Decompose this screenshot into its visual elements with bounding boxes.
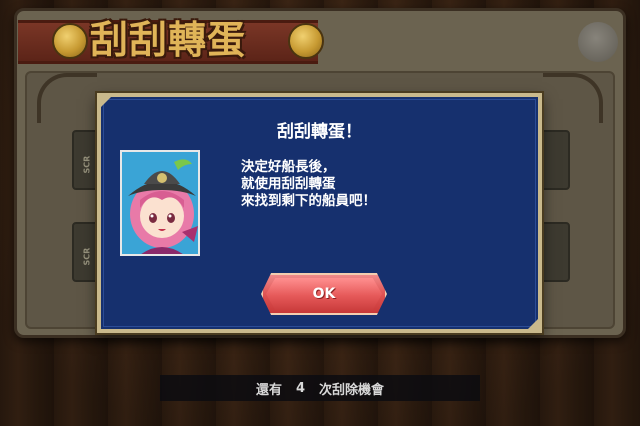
dialog-message: 決定好船長後， 就使用刮刮轉蛋 來找到剩下的船員吧！ (241, 159, 521, 210)
ok-button[interactable]: OK (261, 273, 387, 315)
remaining-count: 4 (295, 380, 306, 396)
ok-button-label: OK (312, 286, 336, 302)
remaining-suffix: 次刮除機會 (319, 382, 385, 398)
dialog-title: 刮刮轉蛋！ (277, 122, 362, 142)
game-background: 刮刮轉蛋 SCR SCR 刮刮轉蛋！ 決定好船長後， 就使用刮刮轉蛋 來找到剩下… (0, 0, 640, 426)
scratch-card[interactable] (540, 222, 570, 282)
dialog-corner-ornament (528, 319, 538, 329)
dialog-message-line: 決定好船長後， (241, 159, 336, 175)
scratch-gacha-dialog: 刮刮轉蛋！ 決定好船長後， 就使用刮刮轉蛋 來找到剩下的船員吧！ OK (97, 93, 542, 333)
dialog-corner-ornament (101, 97, 111, 107)
coin-icon (52, 23, 88, 59)
scroll-ornament-left (37, 73, 97, 123)
dialog-message-line: 來找到剩下的船員吧！ (241, 193, 376, 209)
character-portrait-art (122, 152, 198, 254)
scratch-card[interactable] (540, 130, 570, 190)
scratch-card-label: SCR (82, 247, 92, 266)
coin-icon (288, 23, 324, 59)
scratch-card-label: SCR (82, 155, 92, 174)
remaining-prefix: 還有 (255, 382, 282, 398)
corner-menu-icon[interactable] (578, 22, 618, 62)
banner-title: 刮刮轉蛋 (90, 18, 247, 62)
ok-button-face[interactable]: OK (266, 278, 382, 310)
character-portrait (120, 150, 200, 256)
dialog-message-line: 就使用刮刮轉蛋 (241, 176, 336, 192)
remaining-scratches-bar: 還有 4 次刮除機會 (160, 375, 480, 401)
